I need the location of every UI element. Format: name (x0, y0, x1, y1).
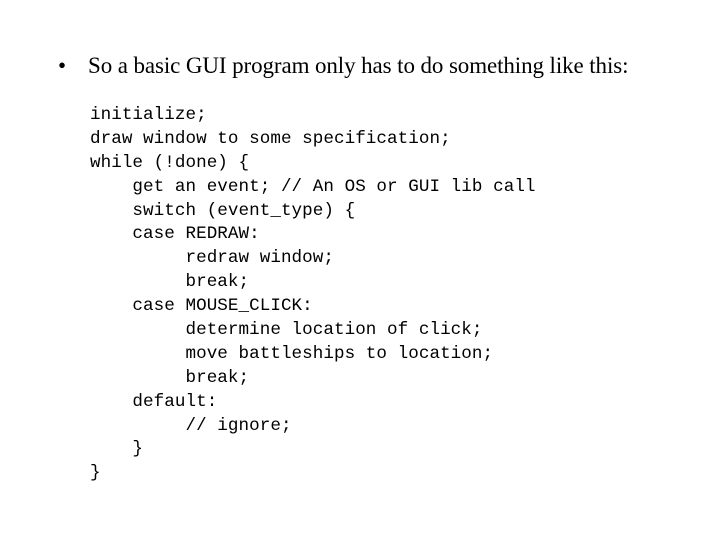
code-line: switch (event_type) { (90, 200, 356, 221)
code-line: get an event; // An OS or GUI lib call (90, 176, 536, 197)
code-line: redraw window; (90, 248, 334, 269)
code-block: initialize; draw window to some specifica… (90, 104, 690, 486)
code-line: } (90, 463, 101, 484)
code-line: default: (90, 391, 218, 412)
code-line: determine location of click; (90, 320, 483, 341)
code-line: case MOUSE_CLICK: (90, 296, 313, 317)
code-line: initialize; (90, 105, 207, 125)
code-line: break; (90, 272, 250, 293)
bullet-list-item: • So a basic GUI program only has to do … (56, 52, 696, 80)
code-line: break; (90, 367, 250, 388)
slide-canvas: • So a basic GUI program only has to do … (0, 0, 720, 540)
code-line: case REDRAW: (90, 224, 260, 245)
code-line: while (!done) { (90, 152, 250, 173)
code-line: draw window to some specification; (90, 128, 451, 149)
bullet-item-label: So a basic GUI program only has to do so… (88, 53, 629, 78)
code-line: move battleships to location; (90, 343, 494, 364)
code-line: } (90, 439, 144, 460)
bullet-point-icon: • (58, 53, 67, 78)
code-line: // ignore; (90, 415, 292, 436)
